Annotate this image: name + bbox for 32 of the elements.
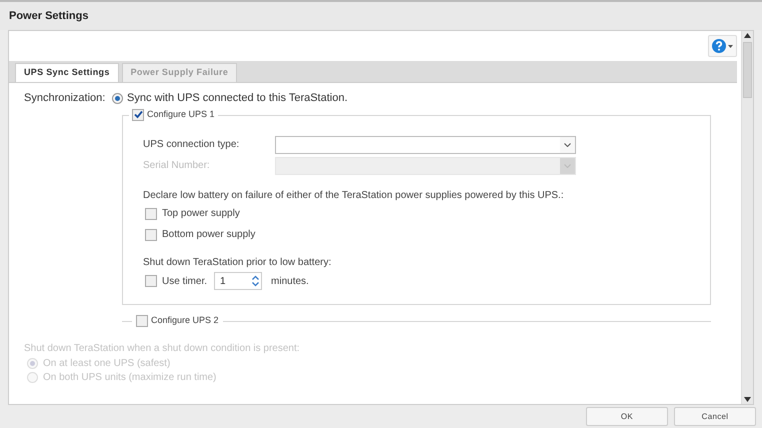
checkbox[interactable] [145,275,157,287]
caret-icon [728,44,733,48]
checkbox-label[interactable]: Top power supply [162,206,240,221]
tab[interactable]: UPS Sync Settings [15,63,119,82]
checkbox[interactable] [132,108,144,121]
dialog-button[interactable]: OK [586,407,668,426]
field-label: UPS connection type: [143,138,240,152]
instruction-text: Shut down TeraStation prior to low battery: [143,256,332,270]
scrollbar-thumb[interactable] [743,42,752,98]
number-spinner[interactable]: 1 [214,272,262,290]
checkbox[interactable] [145,228,157,240]
scrollbar[interactable] [741,31,753,404]
chevron-down-icon [564,142,571,146]
checkbox-label[interactable]: Use timer. [162,274,208,288]
checkbox-label[interactable]: Configure UPS 2 [151,314,219,328]
checkbox[interactable] [136,315,148,327]
field-label: Synchronization: [24,90,106,106]
instruction-text: Declare low battery on failure of either of the TeraStation power supplies powered by this UPS.: [143,189,565,203]
help-button[interactable] [708,35,737,57]
dialog-button[interactable]: Cancel [674,407,756,426]
instruction-text: Shut down TeraStation when a shut down condition is present: [24,342,301,356]
spinner-arrows-icon[interactable] [252,275,259,287]
checkbox-label[interactable]: Bottom power supply [162,227,256,242]
dropdown[interactable] [275,136,576,154]
radio-button[interactable] [112,92,123,104]
unit-label: minutes. [271,274,309,288]
field-label: Serial Number: [143,159,211,173]
help-icon [712,39,726,53]
checkbox[interactable] [145,208,157,220]
window-title: Power Settings [9,8,88,24]
option-label[interactable]: Sync with UPS connected to this TeraStation. [127,90,348,106]
scroll-down-icon[interactable] [742,394,753,404]
